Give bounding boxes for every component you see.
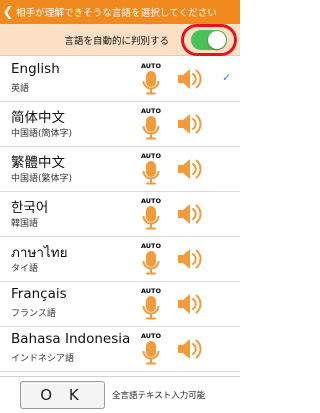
auto-detect-toggle[interactable] <box>191 29 227 50</box>
language-item[interactable]: Bahasa Indonesia インドネシア語 AUTO <box>0 327 240 372</box>
back-button[interactable]: ❮ <box>0 0 16 24</box>
language-item[interactable]: 简体中文中国語(簡体字) AUTO <box>0 102 240 147</box>
toggle-knob <box>208 30 226 49</box>
auto-badge: AUTO <box>140 197 162 205</box>
microphone-button[interactable]: AUTO <box>140 198 162 232</box>
speaker-icon <box>177 114 203 140</box>
microphone-button[interactable]: AUTO <box>140 288 162 322</box>
language-subtitle: 中国語(簡体字) <box>11 129 73 139</box>
microphone-button[interactable]: AUTO <box>140 63 162 97</box>
language-name: ภาษาไทย <box>11 245 68 261</box>
language-item[interactable]: ภาษาไทย タイ語 AUTO <box>0 237 240 282</box>
speaker-icon <box>177 159 203 185</box>
auto-badge: AUTO <box>140 107 162 115</box>
language-name: Bahasa Indonesia <box>11 331 131 347</box>
auto-badge: AUTO <box>140 62 162 70</box>
speaker-button[interactable] <box>177 157 203 181</box>
chevron-left-icon: ❮ <box>2 4 14 20</box>
speaker-button[interactable] <box>177 337 203 361</box>
microphone-button[interactable]: AUTO <box>140 153 162 187</box>
auto-badge: AUTO <box>140 332 162 340</box>
header-bar: ❮ 相手が理解できそうな言語を選択してください <box>0 0 240 24</box>
checkmark-icon: ✓ <box>222 71 232 84</box>
language-item[interactable]: English 英語 AUTO ✓ <box>0 57 240 102</box>
language-list: English 英語 AUTO ✓ 简体中文 中国語(簡体字) AUTO 繁體中文 中国語(繁体… <box>0 57 240 376</box>
auto-detect-row: 言語を自動的に判別する <box>0 23 240 56</box>
language-name: Français <box>11 286 67 302</box>
auto-detect-label: 言語を自動的に判別する <box>64 35 169 47</box>
speaker-icon <box>177 69 203 95</box>
auto-badge: AUTO <box>140 242 162 250</box>
speaker-icon <box>177 249 203 275</box>
speaker-icon <box>177 204 203 230</box>
language-name: 한국어 <box>11 200 49 216</box>
speaker-button[interactable] <box>177 202 203 226</box>
auto-badge: AUTO <box>140 287 162 295</box>
language-item[interactable]: 繁體中文中国語(繁体字) AUTO <box>0 147 240 192</box>
language-subtitle: インドネシア語 <box>11 354 75 364</box>
footer-note: 全言語テキスト入力可能 <box>112 391 206 401</box>
language-item[interactable]: 한국어 韓国語 AUTO <box>0 192 240 237</box>
page-title: 相手が理解できそうな言語を選択してください <box>16 8 217 19</box>
footer-bar: O K 全言語テキスト入力可能 <box>0 376 240 413</box>
language-subtitle: フランス語 <box>11 309 56 319</box>
microphone-button[interactable]: AUTO <box>140 108 162 142</box>
language-item[interactable]: Français フランス語 AUTO <box>0 282 240 327</box>
language-subtitle: 韓国語 <box>11 219 39 229</box>
language-name: English <box>11 61 60 77</box>
language-subtitle: 中国語(繁体字) <box>11 174 73 184</box>
microphone-button[interactable]: AUTO <box>140 243 162 277</box>
language-name: 简体中文 <box>11 110 65 126</box>
speaker-icon <box>177 339 203 365</box>
auto-badge: AUTO <box>140 152 162 160</box>
highlight-ring <box>181 23 237 56</box>
speaker-button[interactable] <box>177 292 203 316</box>
language-name: 繁體中文 <box>11 155 65 171</box>
speaker-button[interactable] <box>177 67 203 91</box>
microphone-button[interactable]: AUTO <box>140 333 162 367</box>
speaker-icon <box>177 294 203 320</box>
language-subtitle: タイ語 <box>11 264 39 274</box>
ok-button[interactable]: O K <box>20 381 105 409</box>
speaker-button[interactable] <box>177 112 203 136</box>
speaker-button[interactable] <box>177 247 203 271</box>
language-subtitle: 英語 <box>11 84 30 94</box>
